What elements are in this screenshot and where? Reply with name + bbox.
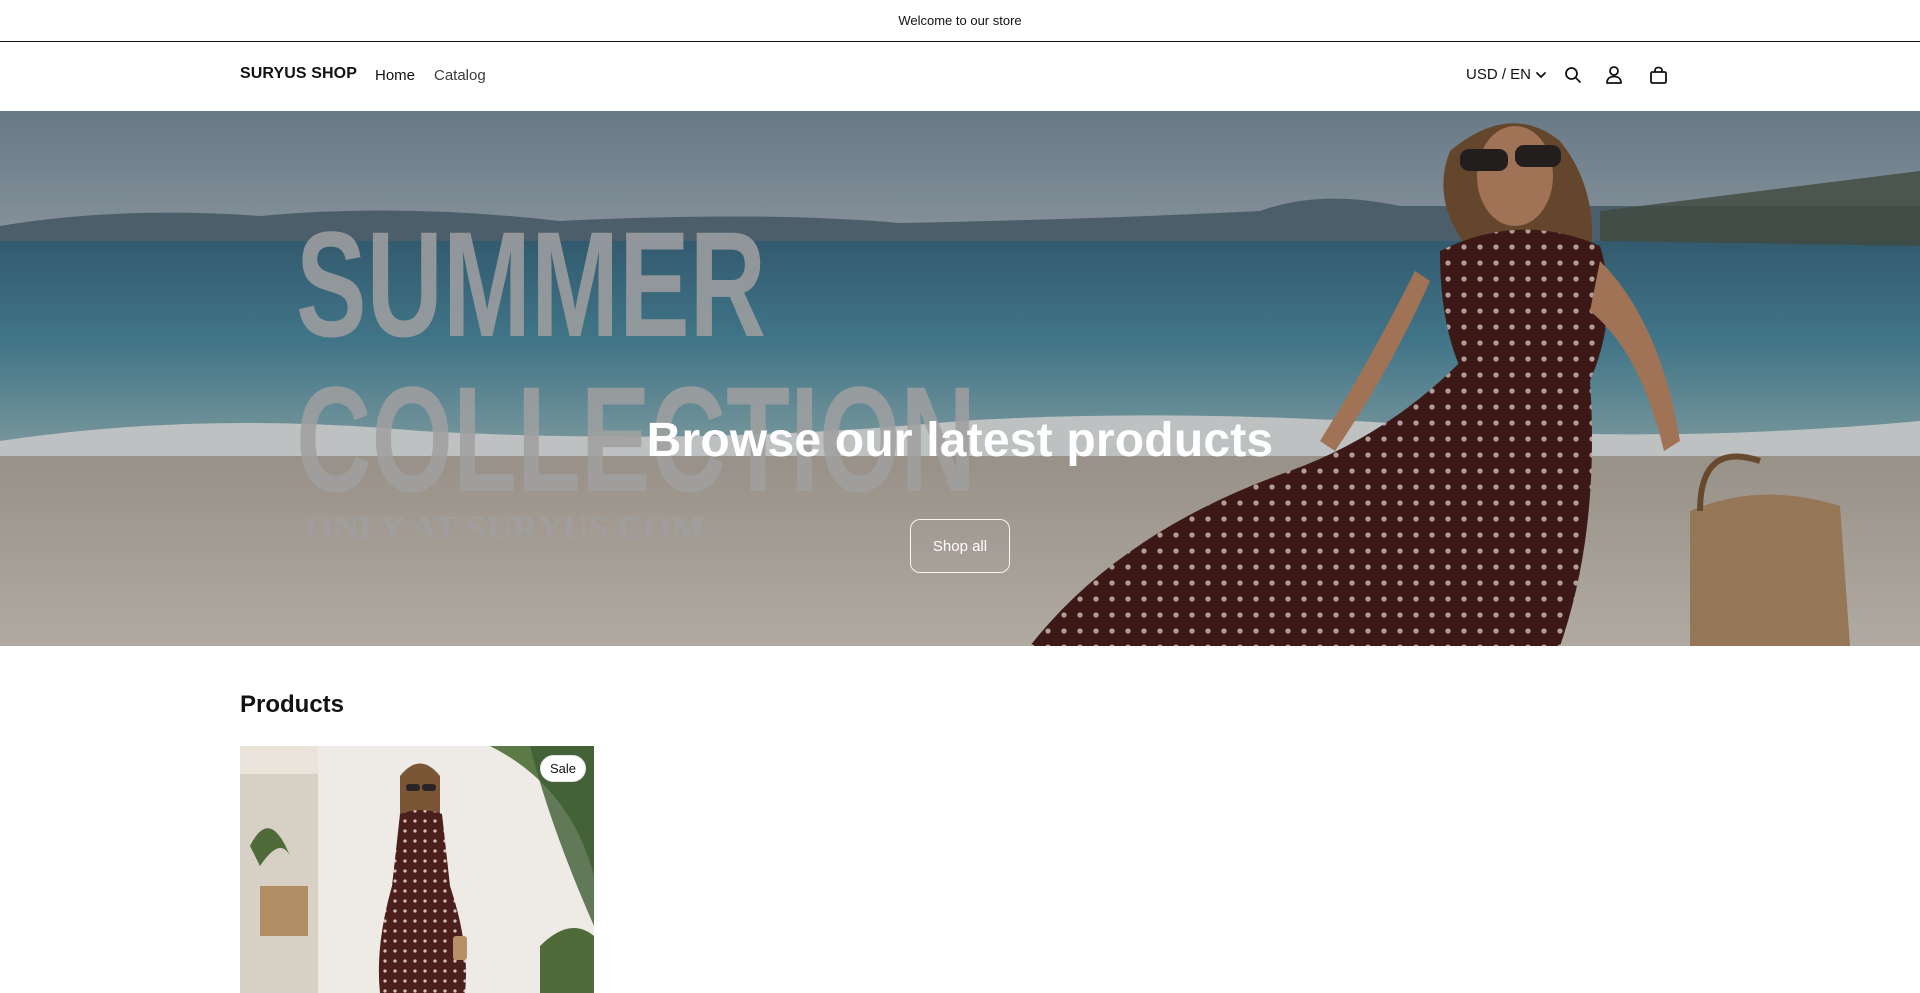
- currency-language-selector[interactable]: USD / EN: [1466, 66, 1547, 83]
- shop-all-button[interactable]: Shop all: [910, 519, 1010, 573]
- nav-home[interactable]: Home: [375, 67, 415, 84]
- product-image: [240, 746, 594, 993]
- locale-label: USD / EN: [1466, 66, 1532, 83]
- product-card[interactable]: [240, 746, 594, 993]
- site-header: SURYUS SHOP Home Catalog USD / EN: [0, 43, 1920, 111]
- announcement-bar: Welcome to our store: [0, 0, 1920, 42]
- products-heading: Products: [240, 691, 345, 718]
- nav-catalog[interactable]: Catalog: [434, 67, 486, 84]
- announcement-text: Welcome to our store: [898, 13, 1022, 28]
- chevron-down-icon: [1536, 72, 1546, 78]
- hero-heading: Browse our latest products: [646, 414, 1274, 467]
- account-icon[interactable]: [1603, 64, 1625, 86]
- hero-banner: SUMMER COLLECTION ONLY AT SURYUS.COM Bro…: [0, 111, 1920, 646]
- cart-icon[interactable]: [1647, 64, 1669, 86]
- sale-badge: Sale: [540, 755, 587, 782]
- store-logo[interactable]: SURYUS SHOP: [240, 65, 357, 83]
- search-icon[interactable]: [1562, 64, 1584, 86]
